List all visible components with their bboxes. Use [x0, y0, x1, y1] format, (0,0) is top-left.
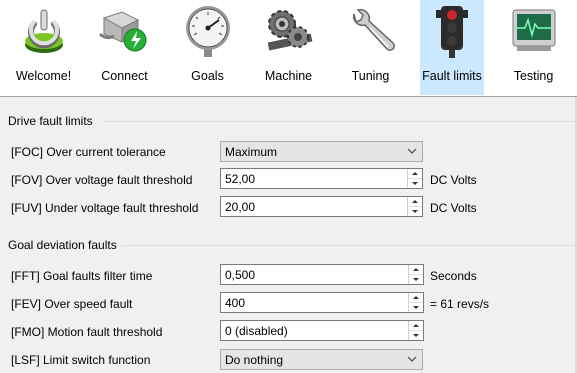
- tab-connect-label: Connect: [101, 69, 148, 83]
- spin-up-icon[interactable]: [408, 169, 422, 179]
- tab-welcome-label: Welcome!: [15, 69, 72, 83]
- fuv-spin-buttons: [407, 197, 422, 216]
- fmo-spin-buttons: [408, 321, 423, 340]
- fmo-spinbox[interactable]: 0 (disabled): [220, 320, 424, 341]
- lsf-select[interactable]: Do nothing: [220, 349, 423, 370]
- fev-spin-buttons: [408, 293, 423, 312]
- toolbar: Welcome! Connect Goals Machine Tuning Fa…: [0, 0, 577, 96]
- chevron-down-icon: [407, 356, 417, 362]
- fev-unit: = 61 revs/s: [430, 297, 490, 311]
- tab-machine-label: Machine: [264, 69, 313, 83]
- spin-down-icon[interactable]: [409, 275, 423, 284]
- foc-value: Maximum: [225, 145, 278, 159]
- tab-goals[interactable]: Goals: [172, 0, 243, 95]
- spin-down-icon[interactable]: [408, 179, 422, 188]
- lsf-label: [LSF] Limit switch function: [11, 353, 151, 367]
- group-divider: [104, 121, 575, 122]
- spin-down-icon[interactable]: [409, 331, 423, 340]
- spin-up-icon[interactable]: [409, 293, 423, 303]
- fft-label: [FFT] Goal faults filter time: [11, 269, 153, 283]
- spin-down-icon[interactable]: [409, 303, 423, 312]
- fov-spinbox[interactable]: 52,00: [220, 168, 423, 189]
- tab-fault-limits-label: Fault limits: [422, 69, 482, 83]
- fuv-label: [FUV] Under voltage fault threshold: [11, 201, 199, 215]
- fault-limits-panel: Drive fault limits [FOC] Over current to…: [0, 97, 577, 373]
- spin-up-icon[interactable]: [408, 197, 422, 207]
- fov-label: [FOV] Over voltage fault threshold: [11, 173, 193, 187]
- tab-tuning-label: Tuning: [351, 69, 390, 83]
- lsf-value: Do nothing: [225, 353, 284, 367]
- fuv-value: 20,00: [225, 200, 256, 214]
- pressure-gauge-icon: [185, 6, 230, 57]
- power-icon: [24, 9, 63, 53]
- fft-spin-buttons: [408, 265, 423, 284]
- fft-spinbox[interactable]: 0,500: [220, 264, 424, 285]
- fft-value: 0,500: [225, 268, 256, 282]
- tab-goals-label: Goals: [191, 69, 224, 83]
- goal-deviation-faults-title: Goal deviation faults: [8, 238, 117, 252]
- chevron-down-icon: [407, 148, 417, 154]
- tab-machine[interactable]: Machine: [253, 0, 324, 95]
- spin-down-icon[interactable]: [408, 207, 422, 216]
- gears-icon: [267, 10, 312, 51]
- drive-fault-limits-title: Drive fault limits: [8, 114, 93, 128]
- wrench-icon: [352, 8, 395, 51]
- tab-welcome[interactable]: Welcome!: [8, 0, 79, 95]
- spin-up-icon[interactable]: [409, 265, 423, 275]
- tab-testing[interactable]: Testing: [498, 0, 569, 95]
- tab-tuning[interactable]: Tuning: [335, 0, 406, 95]
- fuv-unit: DC Volts: [430, 201, 477, 215]
- fev-value: 400: [225, 296, 246, 310]
- fov-value: 52,00: [225, 172, 256, 186]
- fuv-spinbox[interactable]: 20,00: [220, 196, 423, 217]
- foc-label: [FOC] Over current tolerance: [11, 145, 166, 159]
- network-plug-icon: [98, 11, 146, 52]
- oscilloscope-icon: [512, 9, 555, 51]
- group-divider: [122, 245, 575, 246]
- tab-testing-label: Testing: [513, 69, 554, 83]
- fev-label: [FEV] Over speed fault: [11, 297, 133, 311]
- fmo-label: [FMO] Motion fault threshold: [11, 325, 163, 339]
- foc-select[interactable]: Maximum: [220, 141, 423, 162]
- traffic-light-icon: [436, 6, 468, 58]
- spin-up-icon[interactable]: [409, 321, 423, 331]
- fmo-value: 0 (disabled): [225, 324, 288, 338]
- fev-spinbox[interactable]: 400: [220, 292, 424, 313]
- fft-unit: Seconds: [430, 269, 477, 283]
- fov-spin-buttons: [407, 169, 422, 188]
- tab-fault-limits[interactable]: Fault limits: [420, 0, 484, 95]
- tab-connect[interactable]: Connect: [89, 0, 160, 95]
- fov-unit: DC Volts: [430, 173, 477, 187]
